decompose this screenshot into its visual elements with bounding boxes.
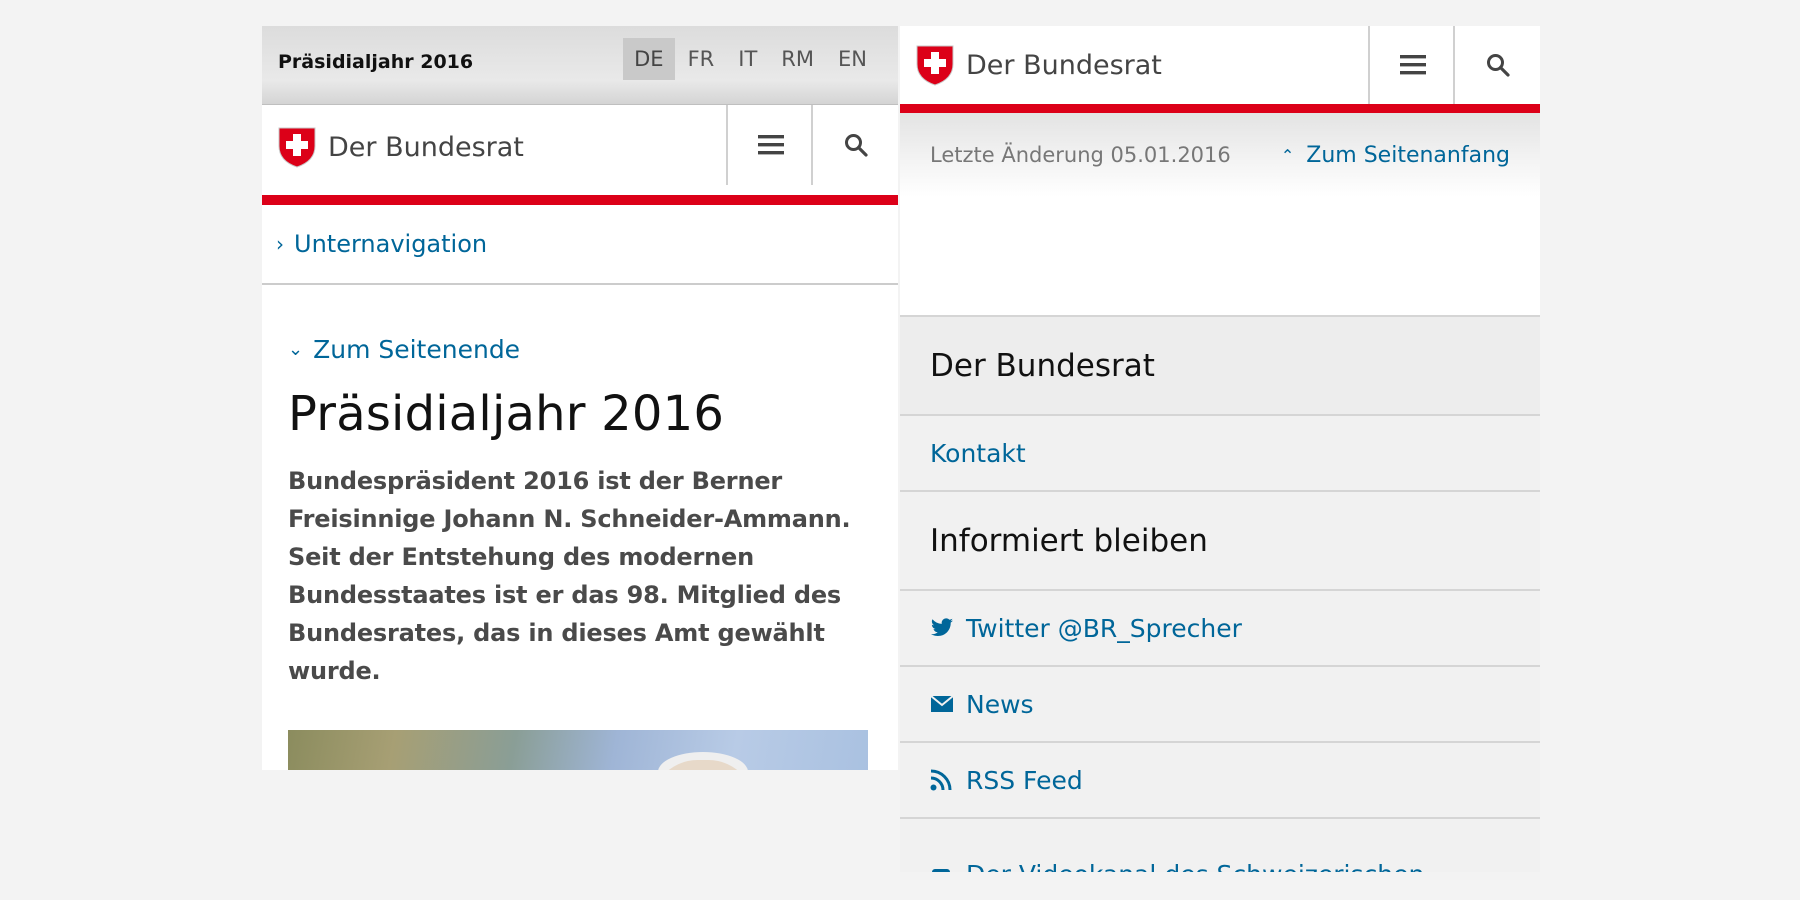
- subnavigation-label: Unternavigation: [294, 230, 488, 258]
- main-content: ⌄ Zum Seitenende Präsidialjahr 2016 Bund…: [262, 285, 898, 770]
- lang-de[interactable]: DE: [623, 38, 675, 80]
- language-switcher: DE FR IT RM EN: [621, 38, 878, 80]
- rss-label: RSS Feed: [966, 765, 1083, 795]
- page-title: Präsidialjahr 2016: [288, 386, 725, 442]
- topbar-title: Präsidialjahr 2016: [278, 51, 474, 73]
- back-to-top-link[interactable]: ⌃ Zum Seitenanfang: [1281, 143, 1510, 168]
- footer-heading-stay-informed: Informiert bleiben: [900, 492, 1540, 591]
- footer-link-videochannel[interactable]: You Der Videokanal des Schweizerischen: [900, 819, 1540, 872]
- mail-icon: [930, 695, 956, 713]
- site-header: Der Bundesrat: [262, 105, 898, 205]
- jump-to-page-end-link[interactable]: ⌄ Zum Seitenende: [288, 335, 868, 364]
- lang-rm[interactable]: RM: [770, 38, 825, 80]
- site-header-right: Der Bundesrat: [900, 26, 1540, 113]
- right-phone-view: Der Bundesrat Letzte Änderung 05.01.2016…: [900, 26, 1540, 872]
- page-meta-bar: Letzte Änderung 05.01.2016 ⌃ Zum Seitena…: [900, 113, 1540, 197]
- videochannel-label: Der Videokanal des Schweizerischen: [966, 860, 1424, 872]
- lang-fr[interactable]: FR: [677, 38, 726, 80]
- lang-it[interactable]: IT: [727, 38, 768, 80]
- footer-heading-bundesrat: Der Bundesrat: [900, 317, 1540, 416]
- left-phone-view: Präsidialjahr 2016 DE FR IT RM EN Der Bu…: [262, 26, 898, 770]
- menu-button-right[interactable]: [1368, 26, 1455, 104]
- search-button-right[interactable]: [1453, 26, 1540, 104]
- last-changed-date: Letzte Änderung 05.01.2016: [930, 143, 1231, 167]
- brand-name-right: Der Bundesrat: [966, 49, 1162, 81]
- footer-link-news[interactable]: News: [900, 667, 1540, 743]
- footer-link-rss[interactable]: RSS Feed: [900, 743, 1540, 819]
- search-icon: [844, 134, 868, 157]
- youtube-icon: You: [930, 867, 956, 872]
- hamburger-icon: [757, 135, 784, 155]
- footer-link-contact[interactable]: Kontakt: [900, 416, 1540, 492]
- brand-link-right[interactable]: Der Bundesrat: [916, 26, 1162, 104]
- search-button[interactable]: [811, 105, 898, 185]
- menu-button[interactable]: [726, 105, 813, 185]
- jump-to-page-end-label: Zum Seitenende: [313, 335, 521, 364]
- back-to-top-label: Zum Seitenanfang: [1306, 142, 1510, 168]
- footer-link-twitter[interactable]: Twitter @BR_Sprecher: [900, 591, 1540, 667]
- chevron-down-icon: ⌄: [288, 339, 304, 360]
- rss-icon: [930, 769, 956, 791]
- twitter-label: Twitter @BR_Sprecher: [966, 613, 1242, 643]
- twitter-icon: [930, 618, 956, 638]
- footer-navigation: Der Bundesrat Kontakt Informiert bleiben…: [900, 317, 1540, 872]
- hamburger-icon: [1399, 55, 1426, 75]
- swiss-coat-of-arms-logo: [278, 127, 316, 168]
- lead-paragraph: Bundespräsident 2016 ist der Berner Frei…: [288, 467, 851, 685]
- search-icon: [1486, 54, 1510, 77]
- chevron-up-icon: ⌃: [1280, 145, 1295, 165]
- news-label: News: [966, 689, 1034, 719]
- chevron-right-icon: ›: [276, 232, 284, 256]
- president-photo: [288, 730, 868, 770]
- top-bar: Präsidialjahr 2016 DE FR IT RM EN: [262, 26, 898, 105]
- subnavigation-toggle[interactable]: › Unternavigation: [262, 205, 898, 285]
- brand-link[interactable]: Der Bundesrat: [278, 105, 524, 189]
- lang-en[interactable]: EN: [827, 38, 878, 80]
- swiss-coat-of-arms-logo: [916, 45, 954, 86]
- brand-name: Der Bundesrat: [328, 131, 524, 163]
